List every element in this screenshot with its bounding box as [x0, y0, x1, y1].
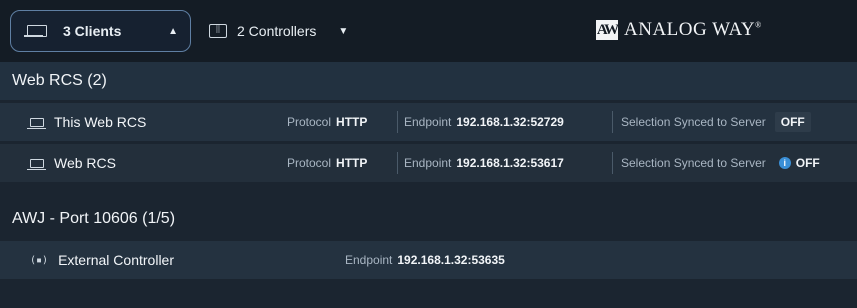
web-rcs-header[interactable]: Web RCS (2)	[0, 62, 857, 100]
controller-icon: (▪)	[30, 254, 49, 266]
clients-tab-label: 3 Clients	[63, 23, 122, 39]
logo-text: ANALOG WAY®	[624, 19, 762, 40]
analog-way-logo: AW ANALOG WAY®	[596, 19, 762, 41]
laptop-icon	[24, 25, 47, 37]
sync-toggle[interactable]: OFF	[796, 156, 820, 170]
client-row[interactable]: Web RCS Protocol HTTP Endpoint 192.168.1…	[0, 144, 857, 182]
client-row[interactable]: This Web RCS Protocol HTTP Endpoint 192.…	[0, 103, 857, 141]
controller-icon: ⣿	[209, 24, 227, 38]
logo-mark: AW	[596, 20, 619, 40]
controller-row[interactable]: (▪) External Controller Endpoint 192.168…	[0, 241, 857, 279]
awj-header[interactable]: AWJ - Port 10606 (1/5)	[0, 200, 857, 238]
sync-field: Selection Synced to Server OFF	[621, 112, 811, 132]
sync-field: Selection Synced to Server i OFF	[621, 156, 820, 170]
controllers-tab-label: 2 Controllers	[237, 23, 317, 39]
divider	[397, 152, 398, 174]
divider	[397, 111, 398, 133]
clients-tab[interactable]: 3 Clients ▲	[10, 10, 191, 52]
controller-name: External Controller	[58, 252, 174, 268]
sync-toggle[interactable]: OFF	[774, 112, 811, 132]
protocol-field: Protocol HTTP	[287, 156, 368, 170]
caret-down-icon: ▼	[338, 25, 349, 37]
caret-up-icon: ▲	[168, 25, 178, 37]
top-bar: 3 Clients ▲ ⣿ 2 Controllers ▼ AW ANALOG …	[0, 0, 857, 62]
divider	[612, 111, 613, 133]
endpoint-field: Endpoint 192.168.1.32:53617	[404, 156, 564, 170]
client-name: This Web RCS	[54, 114, 147, 130]
endpoint-field: Endpoint 192.168.1.32:53635	[345, 253, 505, 267]
divider	[612, 152, 613, 174]
laptop-icon	[27, 117, 46, 129]
controller-name-cell: (▪) External Controller	[30, 252, 174, 268]
client-name: Web RCS	[54, 155, 116, 171]
laptop-icon	[27, 158, 46, 170]
endpoint-field: Endpoint 192.168.1.32:52729	[404, 115, 564, 129]
info-icon[interactable]: i	[778, 157, 791, 169]
controllers-tab[interactable]: ⣿ 2 Controllers ▼	[197, 10, 387, 52]
client-name-cell: This Web RCS	[27, 114, 147, 130]
client-name-cell: Web RCS	[27, 155, 116, 171]
protocol-field: Protocol HTTP	[287, 115, 368, 129]
